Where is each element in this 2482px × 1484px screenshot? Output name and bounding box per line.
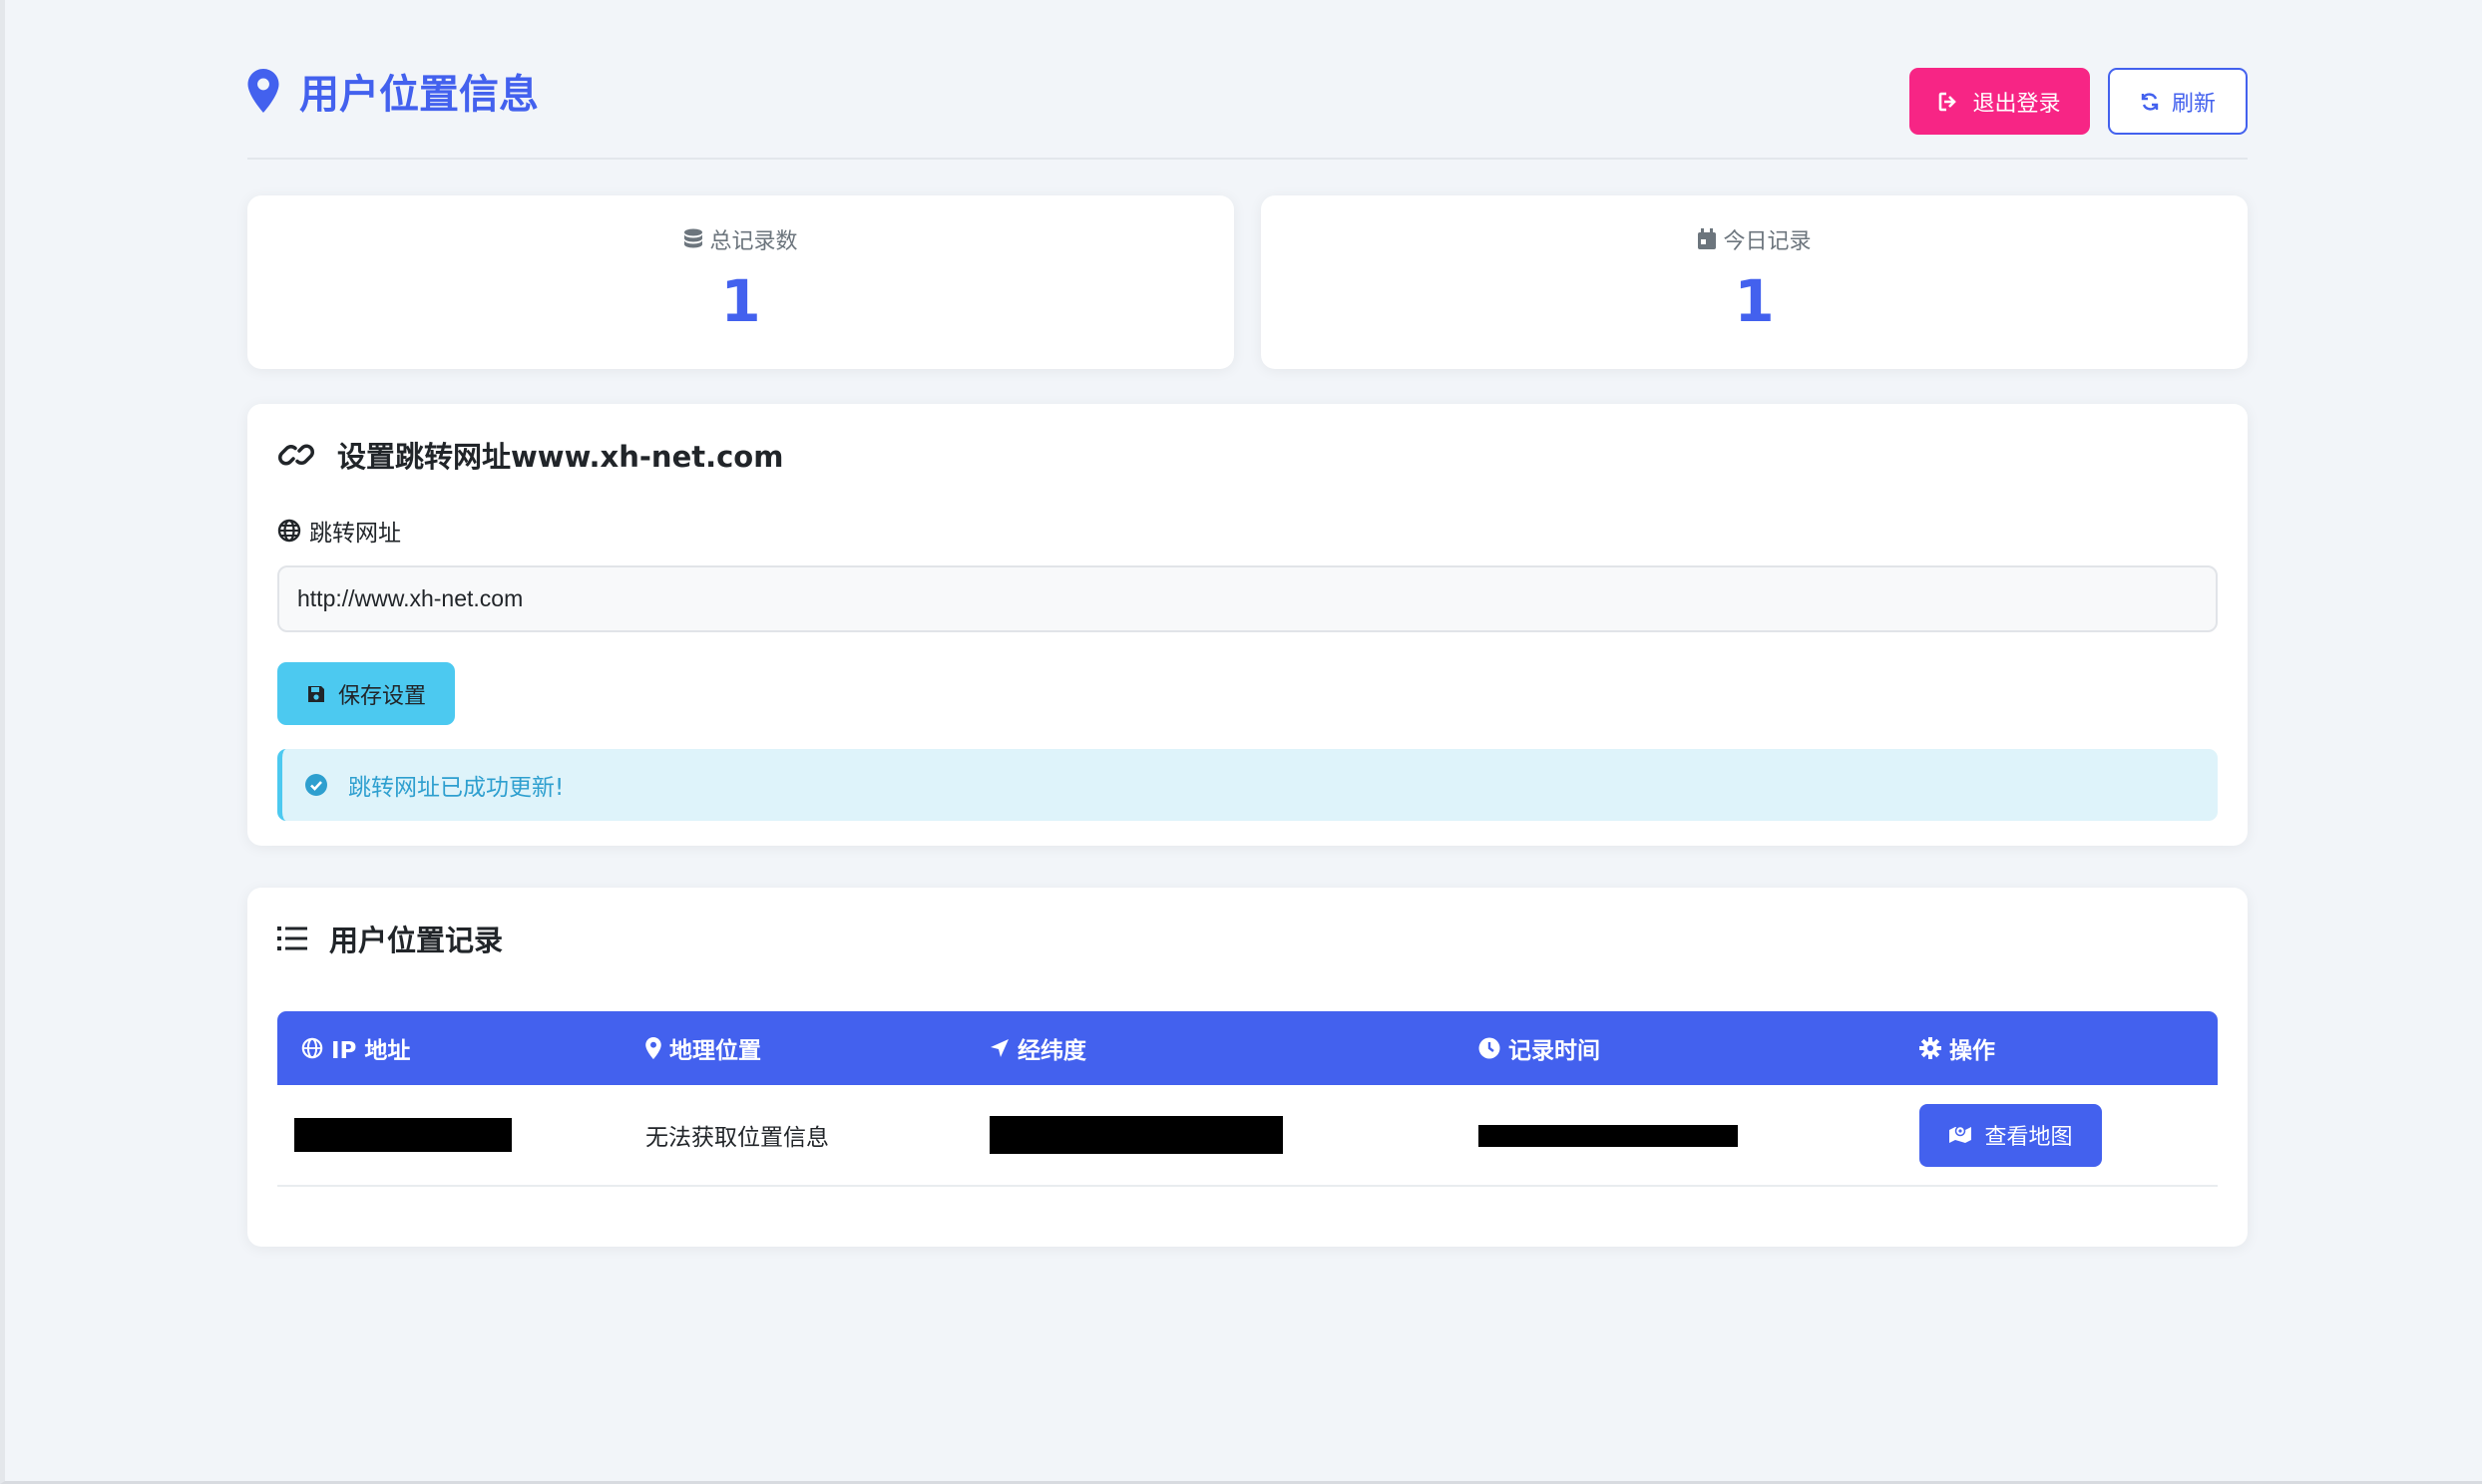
view-map-button[interactable]: 查看地图 (1919, 1103, 2102, 1167)
page: 用户位置信息 退出登录 刷新 总记录数 1 今日记录 1 设置跳转网址www.x… (0, 0, 2482, 1484)
map-marker-icon (247, 69, 279, 113)
globe-icon (301, 1037, 323, 1059)
cell-action: 查看地图 (1895, 1085, 2218, 1187)
cell-location: 无法获取位置信息 (621, 1085, 966, 1187)
redacted-block (294, 1118, 512, 1152)
stat-label-total: 总记录数 (247, 223, 1234, 255)
records-card-title: 用户位置记录 (277, 918, 2218, 959)
cell-time (1454, 1085, 1895, 1187)
redirect-url-label: 跳转网址 (277, 514, 2218, 548)
link-icon (278, 444, 314, 466)
redacted-block (990, 1116, 1283, 1154)
stats-row: 总记录数 1 今日记录 1 (247, 195, 2248, 369)
header-actions: 退出登录 刷新 (1909, 68, 2248, 135)
page-header: 用户位置信息 退出登录 刷新 (247, 0, 2248, 160)
view-map-label: 查看地图 (1984, 1124, 2073, 1149)
stat-label-total-text: 总记录数 (709, 229, 798, 254)
success-alert-text: 跳转网址已成功更新! (348, 775, 565, 801)
refresh-icon (2141, 92, 2159, 111)
refresh-label: 刷新 (2171, 91, 2216, 117)
column-header-time: 记录时间 (1454, 1011, 1895, 1085)
logout-label: 退出登录 (1972, 91, 2061, 117)
map-marker-icon (645, 1037, 661, 1059)
redirect-url-input[interactable] (277, 565, 2218, 632)
map-icon (1949, 1125, 1972, 1143)
page-title: 用户位置信息 (247, 62, 539, 120)
logout-button[interactable]: 退出登录 (1909, 68, 2090, 135)
globe-icon (277, 519, 301, 543)
stat-value-total: 1 (720, 267, 761, 335)
stat-label-today-text: 今日记录 (1723, 229, 1812, 254)
cell-ip (277, 1085, 621, 1187)
sign-out-icon (1939, 92, 1957, 111)
page-title-text: 用户位置信息 (299, 72, 539, 118)
cell-coords (966, 1085, 1454, 1187)
column-header-ip-text: IP 地址 (331, 1038, 411, 1064)
calendar-icon (1698, 228, 1717, 249)
column-header-location-text: 地理位置 (669, 1038, 761, 1064)
settings-card-title: 设置跳转网址www.xh-net.com (277, 434, 2218, 476)
save-settings-button[interactable]: 保存设置 (277, 662, 455, 725)
list-icon (277, 927, 307, 950)
column-header-coords: 经纬度 (966, 1011, 1454, 1085)
column-header-location: 地理位置 (621, 1011, 966, 1085)
redacted-block (1478, 1124, 1738, 1147)
table-row: 无法获取位置信息 查看地图 (277, 1085, 2218, 1187)
redirect-url-label-text: 跳转网址 (309, 521, 401, 547)
main-container: 用户位置信息 退出登录 刷新 总记录数 1 今日记录 1 设置跳转网址www.x… (247, 0, 2248, 1247)
records-card-title-text: 用户位置记录 (329, 924, 504, 957)
clock-icon (1478, 1037, 1500, 1059)
stat-value-today: 1 (1734, 267, 1775, 335)
stat-card-total: 总记录数 1 (247, 195, 1234, 369)
records-table: IP 地址 地理位置 经纬度 记录时间 操作 无法获取位置信息 查看地图 (277, 1011, 2218, 1187)
gear-icon (1919, 1037, 1941, 1059)
location-arrow-icon (991, 1039, 1009, 1057)
refresh-button[interactable]: 刷新 (2108, 68, 2248, 135)
records-card: 用户位置记录 IP 地址 地理位置 经纬度 记录时间 操作 无法获取位置信息 查… (247, 888, 2248, 1247)
settings-card: 设置跳转网址www.xh-net.com 跳转网址 保存设置 (247, 404, 2248, 846)
save-icon (307, 685, 324, 702)
save-settings-label: 保存设置 (337, 682, 426, 708)
settings-card-title-text: 设置跳转网址www.xh-net.com (337, 440, 784, 474)
stat-card-today: 今日记录 1 (1261, 195, 2248, 369)
stat-label-today: 今日记录 (1261, 223, 2248, 255)
check-circle-icon (305, 774, 327, 796)
column-header-coords-text: 经纬度 (1018, 1038, 1086, 1064)
column-header-ip: IP 地址 (277, 1011, 621, 1085)
column-header-time-text: 记录时间 (1508, 1038, 1600, 1064)
table-header-row: IP 地址 地理位置 经纬度 记录时间 操作 (277, 1011, 2218, 1085)
success-alert: 跳转网址已成功更新! (277, 749, 2218, 821)
column-header-action-text: 操作 (1949, 1038, 1995, 1064)
database-icon (684, 228, 703, 248)
column-header-action: 操作 (1895, 1011, 2218, 1085)
